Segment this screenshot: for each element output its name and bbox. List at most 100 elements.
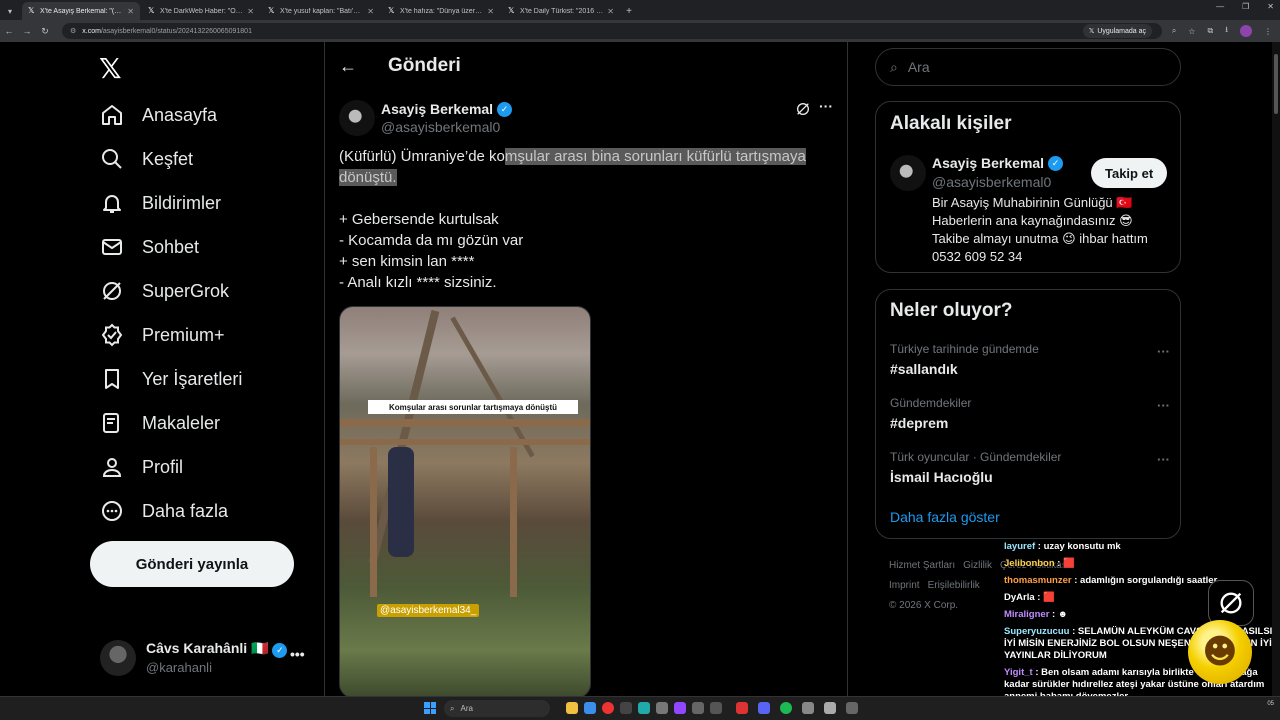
follow-button[interactable]: Takip et: [1091, 158, 1168, 188]
post-video[interactable]: Komşular arası sorunlar tartışmaya dönüş…: [339, 306, 591, 696]
system-tray-clock[interactable]: 05: [1267, 700, 1274, 708]
app-icon[interactable]: [824, 702, 836, 714]
back-arrow-icon[interactable]: ←: [339, 56, 357, 77]
site-info-icon[interactable]: ⚙: [70, 27, 76, 35]
show-more-link[interactable]: Daha fazla göster: [890, 509, 1000, 525]
open-in-app-button[interactable]: 𝕏 Uygulamada aç: [1082, 24, 1152, 38]
extensions-icon[interactable]: ⧉: [1207, 26, 1213, 36]
forward-icon[interactable]: →: [18, 26, 36, 36]
twitch-icon[interactable]: [674, 702, 686, 714]
browser-tab[interactable]: 𝕏 X'te Asayiş Berkemal: "(Küfürlü)✕: [22, 2, 140, 20]
search-input[interactable]: ⌕ Ara: [875, 48, 1181, 86]
app-icon[interactable]: [846, 702, 858, 714]
more-icon[interactable]: •••: [290, 646, 305, 662]
spotify-icon[interactable]: [780, 702, 792, 714]
account-switcher[interactable]: Câvs Karahânli 🇮🇹 ✓ @karahanli •••: [100, 636, 310, 680]
nav-item-bildirimler[interactable]: Bildirimler: [100, 183, 221, 223]
app-icon[interactable]: [656, 702, 668, 714]
close-tab-icon[interactable]: ✕: [247, 7, 254, 16]
nav-item-profil[interactable]: Profil: [100, 447, 183, 487]
file-explorer-icon[interactable]: [566, 702, 578, 714]
panel-title: Neler oluyor?: [890, 300, 1013, 321]
post-line: - Kocamda da mı gözün var: [339, 232, 524, 249]
browser-tab[interactable]: 𝕏 X'te yusuf kaplan: "Batı'da Lond ✕: [262, 2, 380, 20]
author-name[interactable]: Asayiş Berkemal ✓: [381, 101, 513, 117]
taskbar-search[interactable]: ⌕ Ara: [444, 700, 550, 717]
chat-username[interactable]: DyArla: [1004, 592, 1035, 603]
trend-item[interactable]: Türk oyuncular · Gündemdekiler İsmail Ha…: [890, 450, 1170, 485]
chat-text: ☻: [1057, 609, 1068, 620]
tab-search-icon[interactable]: ▾: [0, 2, 20, 20]
related-name[interactable]: Asayiş Berkemal ✓: [932, 155, 1064, 171]
nav-item-sohbet[interactable]: Sohbet: [100, 227, 199, 267]
browser-menu-icon[interactable]: ⋮: [1264, 27, 1272, 36]
nav-item-keşfet[interactable]: Keşfet: [100, 139, 193, 179]
profile-avatar[interactable]: [1240, 25, 1252, 37]
close-tab-icon[interactable]: ✕: [127, 7, 134, 16]
wooden-beam: [340, 419, 590, 427]
close-window-icon[interactable]: ✕: [1267, 2, 1274, 11]
back-icon[interactable]: ←: [0, 26, 18, 36]
chat-username[interactable]: Superyuzucuu: [1004, 626, 1069, 637]
windows-start-icon[interactable]: [424, 702, 436, 714]
nav-item-yer-i-şaretleri[interactable]: Yer İşaretleri: [100, 359, 242, 399]
maximize-icon[interactable]: ❐: [1242, 2, 1249, 11]
nav-item-daha-fazla[interactable]: Daha fazla: [100, 491, 228, 531]
trend-more-icon[interactable]: ···: [1157, 398, 1170, 413]
bookmark-star-icon[interactable]: ☆: [1188, 27, 1195, 36]
nav-item-anasayfa[interactable]: Anasayfa: [100, 95, 217, 135]
close-tab-icon[interactable]: ✕: [487, 7, 494, 16]
nav-item-supergrok[interactable]: SuperGrok: [100, 271, 229, 311]
trend-more-icon[interactable]: ···: [1157, 344, 1170, 359]
scrollbar-thumb[interactable]: [1274, 54, 1278, 114]
chat-username[interactable]: thomasmunzer: [1004, 575, 1072, 586]
trend-item[interactable]: Türkiye tarihinde gündemde #sallandık ··…: [890, 342, 1170, 377]
downloads-icon[interactable]: ⭳: [1225, 24, 1228, 38]
reload-icon[interactable]: ↻: [36, 26, 54, 37]
edge-icon[interactable]: [584, 702, 596, 714]
grok-floating-button[interactable]: [1208, 580, 1254, 626]
store-icon[interactable]: [620, 702, 632, 714]
post-more-icon[interactable]: ···: [819, 98, 833, 114]
browser-tab[interactable]: 𝕏 X'te DarkWeb Haber: "Otobüs" ✕: [142, 2, 260, 20]
app-icon[interactable]: [710, 702, 722, 714]
chat-username[interactable]: Jelibonbon: [1004, 558, 1055, 569]
browser-tab[interactable]: 𝕏 X'te Daily Türkist: "2016 yılında✕: [502, 2, 620, 20]
app-icon[interactable]: [736, 702, 748, 714]
zoom-icon[interactable]: ⌕: [1172, 26, 1176, 36]
terms-link[interactable]: Hizmet Şartları: [889, 560, 955, 571]
x-logo-icon[interactable]: 𝕏: [99, 55, 127, 83]
app-icon[interactable]: [802, 702, 814, 714]
trend-item[interactable]: Gündemdekiler #deprem ···: [890, 396, 1170, 431]
chrome-icon[interactable]: [602, 702, 614, 714]
privacy-link[interactable]: Gizlilik: [963, 560, 992, 571]
accessibility-link[interactable]: Erişilebilirlik: [928, 580, 980, 591]
new-tab-button[interactable]: +: [620, 2, 638, 20]
related-handle[interactable]: @asayisberkemal0: [932, 174, 1051, 190]
discord-icon[interactable]: [758, 702, 770, 714]
scrollbar[interactable]: [1272, 42, 1280, 696]
close-tab-icon[interactable]: ✕: [607, 7, 614, 16]
app-icon[interactable]: [692, 702, 704, 714]
close-tab-icon[interactable]: ✕: [367, 7, 374, 16]
trend-more-icon[interactable]: ···: [1157, 452, 1170, 467]
browser-tab[interactable]: 𝕏 X'te hafıza: "Dünya üzerindeki" ✕: [382, 2, 500, 20]
minimize-icon[interactable]: —: [1216, 2, 1224, 11]
imprint-link[interactable]: Imprint: [889, 580, 920, 591]
search-icon: ⌕: [890, 58, 898, 75]
chat-username[interactable]: layuref: [1004, 541, 1035, 552]
grok-icon[interactable]: [795, 101, 811, 117]
video-caption: Komşular arası sorunlar tartışmaya dönüş…: [368, 400, 578, 414]
post-button[interactable]: Gönderi yayınla: [90, 541, 294, 587]
verified-badge-icon: ✓: [1048, 155, 1064, 171]
avatar[interactable]: [890, 155, 926, 191]
author-handle[interactable]: @asayisberkemal0: [381, 119, 500, 135]
chat-username[interactable]: Yigit_t: [1004, 667, 1033, 678]
post-text-selection: mşular arası bina sorunları küfürlü tart…: [504, 148, 806, 165]
app-icon[interactable]: [638, 702, 650, 714]
chat-username[interactable]: Miraligner: [1004, 609, 1049, 620]
nav-item-makaleler[interactable]: Makaleler: [100, 403, 220, 443]
author-avatar[interactable]: [339, 100, 375, 136]
nav-item-premium+[interactable]: Premium+: [100, 315, 225, 355]
url-field[interactable]: ⚙ x.com/asayisberkemal0/status/202413226…: [62, 23, 1162, 39]
